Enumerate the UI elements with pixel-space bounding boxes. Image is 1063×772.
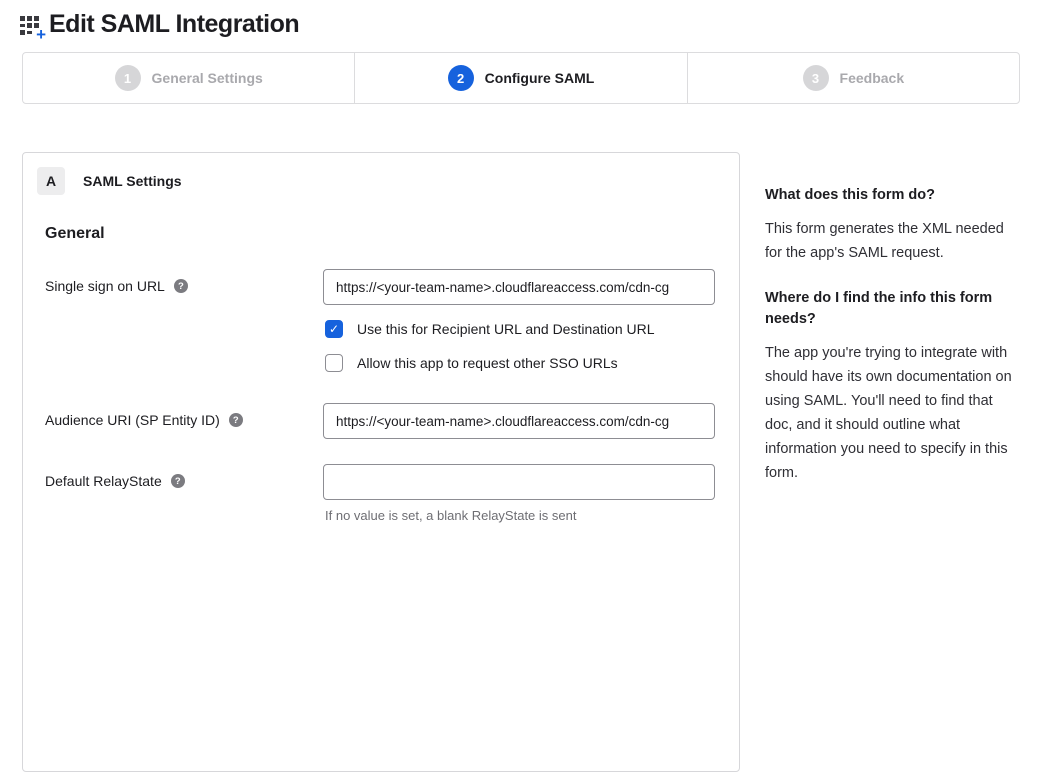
section-header: A SAML Settings [37,167,739,195]
audience-uri-help-icon[interactable]: ? [229,413,243,427]
audience-uri-input[interactable] [323,403,715,439]
step-2-number: 2 [448,65,474,91]
sso-url-label: Single sign on URL [45,278,165,294]
relay-state-help-icon[interactable]: ? [171,474,185,488]
recipient-url-checkbox[interactable]: ✓ [325,320,343,338]
other-sso-checkbox[interactable]: ✓ [325,354,343,372]
check-icon: ✓ [329,323,339,335]
page-header: + Edit SAML Integration [0,0,1063,39]
help-body: The app you're trying to integrate with … [765,341,1017,485]
relay-state-input[interactable] [323,464,715,500]
sso-url-input[interactable] [323,269,715,305]
section-badge: A [37,167,65,195]
help-section-form-purpose: What does this form do? This form genera… [765,185,1017,265]
wizard-step-general-settings[interactable]: 1 General Settings [23,53,354,103]
field-row-sso-url: Single sign on URL ? ✓ Use this for Reci… [45,269,715,372]
step-1-number: 1 [115,65,141,91]
group-title-general: General [45,225,715,243]
other-sso-checkbox-row[interactable]: ✓ Allow this app to request other SSO UR… [323,354,715,372]
wizard-step-configure-saml[interactable]: 2 Configure SAML [354,53,686,103]
app-grid-add-icon: + [20,14,44,38]
sso-url-help-icon[interactable]: ? [174,279,188,293]
step-2-label: Configure SAML [485,70,595,86]
help-body: This form generates the XML needed for t… [765,217,1017,265]
field-row-audience-uri: Audience URI (SP Entity ID) ? [45,403,715,439]
recipient-url-checkbox-label: Use this for Recipient URL and Destinati… [357,321,655,337]
wizard-step-feedback[interactable]: 3 Feedback [687,53,1019,103]
plus-icon: + [36,26,46,43]
field-row-relay-state: Default RelayState ? If no value is set,… [45,464,715,523]
help-sidebar: What does this form do? This form genera… [765,152,1017,508]
other-sso-checkbox-label: Allow this app to request other SSO URLs [357,355,618,371]
help-heading: Where do I find the info this form needs… [765,288,1017,330]
help-section-find-info: Where do I find the info this form needs… [765,288,1017,485]
step-3-label: Feedback [840,70,905,86]
step-1-label: General Settings [152,70,263,86]
audience-uri-label: Audience URI (SP Entity ID) [45,412,220,428]
saml-settings-panel: A SAML Settings General Single sign on U… [22,152,740,772]
relay-state-label: Default RelayState [45,473,162,489]
help-heading: What does this form do? [765,185,1017,206]
step-3-number: 3 [803,65,829,91]
wizard-step-bar: 1 General Settings 2 Configure SAML 3 Fe… [22,52,1020,104]
recipient-url-checkbox-row[interactable]: ✓ Use this for Recipient URL and Destina… [323,320,715,338]
section-title: SAML Settings [83,173,182,189]
relay-state-hint: If no value is set, a blank RelayState i… [323,508,715,523]
page-title: Edit SAML Integration [49,10,299,39]
